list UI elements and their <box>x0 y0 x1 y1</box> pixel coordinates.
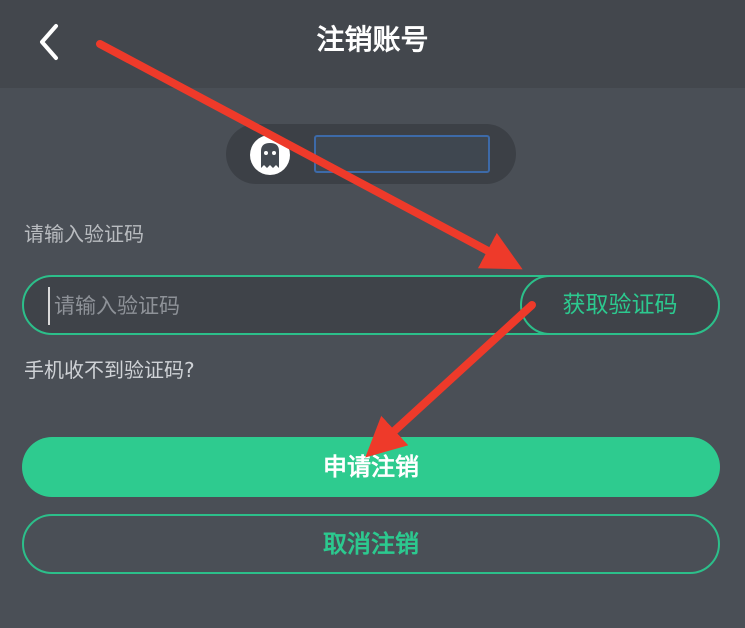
verification-code-label: 请输入验证码 <box>24 222 144 246</box>
nav-bar: 注销账号 <box>0 0 745 88</box>
masked-account-field <box>314 135 490 173</box>
apply-cancellation-button[interactable]: 申请注销 <box>22 437 720 497</box>
ghost-avatar-icon <box>250 135 290 175</box>
verification-code-row: 获取验证码 <box>22 275 720 335</box>
get-code-button[interactable]: 获取验证码 <box>520 275 720 335</box>
verification-code-input[interactable] <box>48 287 516 325</box>
no-code-help-link[interactable]: 手机收不到验证码? <box>24 354 195 383</box>
cancel-cancellation-button[interactable]: 取消注销 <box>22 514 720 574</box>
page-title: 注销账号 <box>316 23 429 56</box>
account-info <box>226 124 516 184</box>
